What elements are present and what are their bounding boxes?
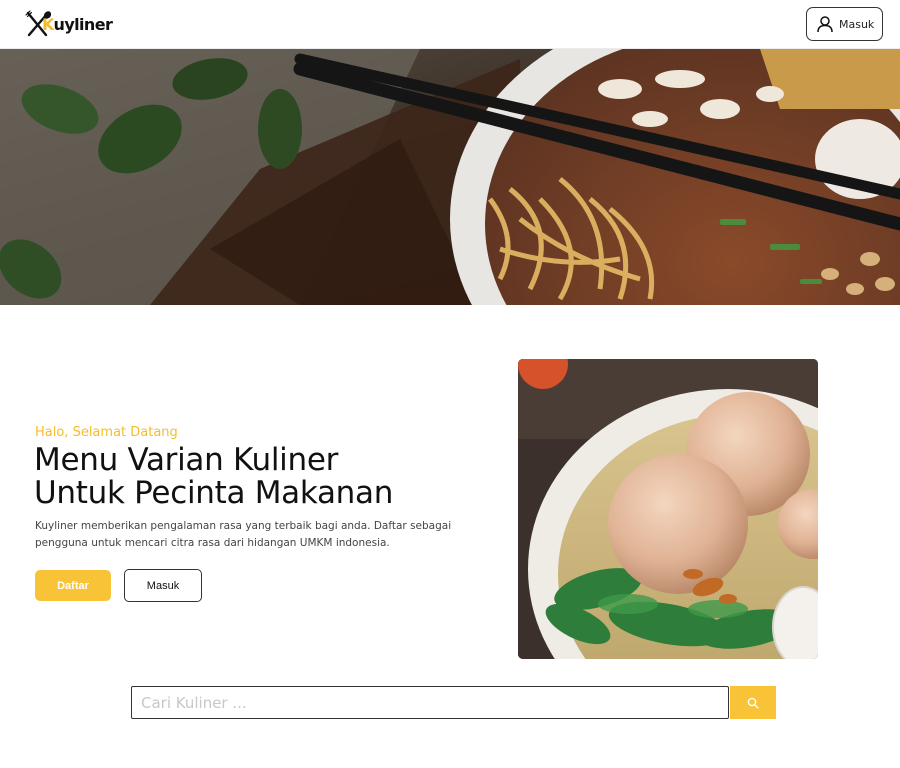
- top-navbar: Kuyliner Masuk: [0, 0, 900, 49]
- header-login-button[interactable]: Masuk: [806, 7, 883, 41]
- user-icon: [817, 16, 833, 33]
- brand-name: Kuyliner: [42, 14, 113, 34]
- login-button[interactable]: Masuk: [124, 569, 202, 602]
- greeting-text: Halo, Selamat Datang: [35, 425, 178, 440]
- headline-line-2: Untuk Pecinta Makanan: [34, 475, 394, 511]
- intro-description: Kuyliner memberikan pengalaman rasa yang…: [35, 520, 452, 549]
- search-button[interactable]: [730, 686, 776, 719]
- search-icon: [747, 697, 759, 709]
- meatball-soup-photo: [518, 359, 818, 659]
- page-headline: Menu Varian Kuliner Untuk Pecinta Makana…: [34, 444, 464, 510]
- headline-line-1: Menu Varian Kuliner: [34, 442, 339, 478]
- brand-logo[interactable]: Kuyliner: [24, 10, 113, 38]
- register-button[interactable]: Daftar: [35, 570, 111, 601]
- hero-banner-image: [0, 49, 900, 305]
- header-login-label: Masuk: [839, 17, 875, 31]
- search-input[interactable]: [131, 686, 729, 719]
